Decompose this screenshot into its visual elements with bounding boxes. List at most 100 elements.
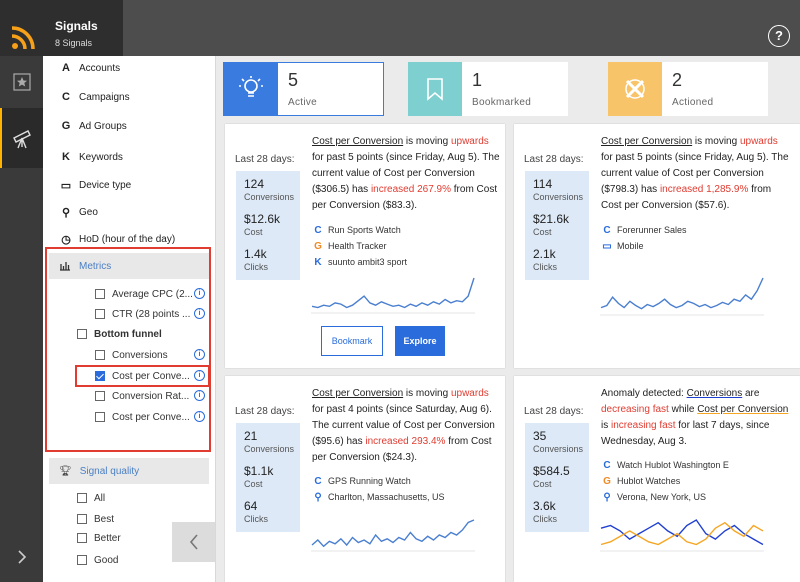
stat-value: $12.6k — [244, 212, 281, 226]
entity-geo: ⚲ Verona, New York, US — [601, 489, 729, 505]
nav-accounts[interactable]: A Accounts — [59, 58, 120, 78]
quality-checkbox-better[interactable]: Better — [77, 530, 121, 546]
expand-rail-button[interactable] — [0, 532, 43, 582]
stat-label: Conversions — [244, 192, 295, 202]
checkbox[interactable] — [95, 350, 105, 360]
signal-card[interactable]: Last 28 days: 21 Conversions $1.1k Cost 64… — [225, 376, 505, 582]
favorites-rail-button[interactable] — [0, 56, 43, 108]
checkbox-label: Conversion Rat... — [112, 390, 190, 402]
metric-link[interactable]: Conversions — [687, 388, 743, 399]
checkbox[interactable] — [77, 533, 87, 543]
checkbox-label: CTR (28 points ... — [112, 308, 191, 320]
nav-label: Campaigns — [79, 91, 130, 103]
nav-keywords[interactable]: K Keywords — [59, 147, 123, 167]
actioned-count: 2 — [672, 70, 683, 90]
metric-checkbox-conversions[interactable]: Conversions — [95, 347, 168, 363]
entity-device: ▭ Mobile — [601, 238, 687, 254]
entity-list: C Forerunner Sales ▭ Mobile — [601, 222, 687, 254]
period-label: Last 28 days: — [235, 406, 295, 417]
metric-link[interactable]: Cost per Conversion — [312, 136, 403, 147]
metric-checkbox-conversion-rate[interactable]: Conversion Rat... — [95, 388, 189, 404]
metric-link[interactable]: Cost per Conversion — [312, 388, 403, 399]
checkbox[interactable] — [77, 514, 87, 524]
direction-text: decreasing fast — [601, 404, 669, 415]
checkbox[interactable] — [95, 289, 105, 299]
nav-device-type[interactable]: ▭ Device type — [59, 175, 131, 195]
direction-text: upwards — [739, 136, 778, 147]
period-label: Last 28 days: — [235, 154, 295, 165]
collapse-sidebar-button[interactable] — [172, 522, 215, 562]
info-icon[interactable]: i — [194, 411, 205, 422]
quality-checkbox-all[interactable]: All — [77, 490, 105, 506]
stat-label: Cost — [533, 479, 552, 489]
nav-hod[interactable]: ◷ HoD (hour of the day) — [59, 229, 175, 249]
entity-label: Run Sports Watch — [328, 225, 401, 235]
checkbox[interactable] — [77, 329, 87, 339]
direction-text: upwards — [450, 388, 489, 399]
nav-geo[interactable]: ⚲ Geo — [59, 202, 98, 222]
info-icon[interactable]: i — [194, 288, 205, 299]
checkbox[interactable] — [77, 555, 87, 565]
filter-sidebar: A Accounts C Campaigns G Ad Groups K Keyword… — [43, 56, 216, 582]
checkbox[interactable] — [95, 309, 105, 319]
info-icon[interactable]: i — [194, 349, 205, 360]
checkbox[interactable] — [77, 493, 87, 503]
entity-label: Charlton, Massachusetts, US — [328, 492, 445, 502]
active-label: Active — [288, 97, 318, 108]
tab-active[interactable]: 5 Active — [223, 62, 384, 116]
stat-value: 64 — [244, 499, 258, 513]
signal-card[interactable]: Last 28 days: 124 Conversions $12.6k Cost … — [225, 124, 505, 368]
desc-text: is moving — [692, 136, 740, 147]
bottom-funnel-checkbox[interactable]: Bottom funnel — [77, 326, 162, 342]
nav-label: Ad Groups — [79, 120, 127, 132]
nav-ad-groups[interactable]: G Ad Groups — [59, 116, 127, 136]
stat-value: 1.4k — [244, 247, 267, 261]
metric-checkbox-ctr[interactable]: CTR (28 points ... — [95, 306, 190, 322]
app-title: Signals — [55, 19, 98, 33]
info-icon[interactable]: i — [194, 390, 205, 401]
bookmark-button[interactable]: Bookmark — [321, 326, 383, 356]
metric-checkbox-cost-per-conversion-2[interactable]: Cost per Conve... — [95, 409, 190, 425]
metrics-section-header[interactable]: Metrics — [49, 253, 209, 279]
metric-link[interactable]: Cost per Conversion — [697, 404, 788, 415]
entity-ad-group: G Hublot Watches — [601, 473, 729, 489]
tab-bookmarked[interactable]: 1 Bookmarked — [408, 62, 568, 116]
metric-checkbox-cost-per-conversion[interactable]: Cost per Conve... — [95, 368, 190, 384]
info-icon[interactable]: i — [194, 308, 205, 319]
campaign-icon: C — [314, 475, 322, 487]
chevron-left-icon — [189, 534, 198, 550]
signal-description: Cost per Conversion is moving upwards fo… — [601, 134, 791, 214]
trend-sparkline — [311, 277, 475, 314]
info-icon[interactable]: i — [194, 370, 205, 381]
nav-label: Keywords — [79, 151, 123, 163]
entity-label: GPS Running Watch — [328, 476, 411, 486]
checkbox-label: Better — [94, 532, 121, 544]
active-count: 5 — [288, 70, 299, 90]
quality-checkbox-best[interactable]: Best — [77, 511, 114, 527]
tab-actioned[interactable]: 2 Actioned — [608, 62, 768, 116]
stats-panel: 124 Conversions $12.6k Cost 1.4k Clicks — [236, 171, 300, 280]
signal-quality-section-header[interactable]: 🏆︎ Signal quality — [49, 458, 209, 484]
help-icon[interactable]: ? — [768, 25, 790, 47]
actioned-icon — [608, 62, 662, 116]
checkbox[interactable] — [95, 412, 105, 422]
checkbox-label: Cost per Conve... — [112, 411, 190, 423]
checkbox-label: Conversions — [112, 349, 168, 361]
signals-rail-button[interactable] — [0, 108, 43, 168]
entity-geo: ⚲ Charlton, Massachusetts, US — [312, 489, 445, 505]
stat-value: 3.6k — [533, 499, 556, 513]
quality-checkbox-good[interactable]: Good — [77, 552, 118, 568]
bookmarked-label: Bookmarked — [472, 97, 532, 108]
metric-link[interactable]: Cost per Conversion — [601, 136, 692, 147]
checkbox-label: Best — [94, 513, 115, 525]
signal-card[interactable]: Last 28 days: 114 Conversions $21.6k Cost … — [514, 124, 800, 368]
metric-checkbox-avg-cpc[interactable]: Average CPC (2... — [95, 286, 193, 302]
stat-label: Clicks — [244, 514, 268, 524]
checkbox[interactable] — [95, 391, 105, 401]
entity-campaign: C Run Sports Watch — [312, 222, 407, 238]
checkbox-checked[interactable] — [95, 371, 105, 381]
cost-per-conversion-series — [600, 521, 764, 546]
anomaly-card[interactable]: Last 28 days: 35 Conversions $584.5 Cost 3… — [514, 376, 800, 582]
explore-button[interactable]: Explore — [395, 326, 445, 356]
nav-campaigns[interactable]: C Campaigns — [59, 87, 130, 107]
